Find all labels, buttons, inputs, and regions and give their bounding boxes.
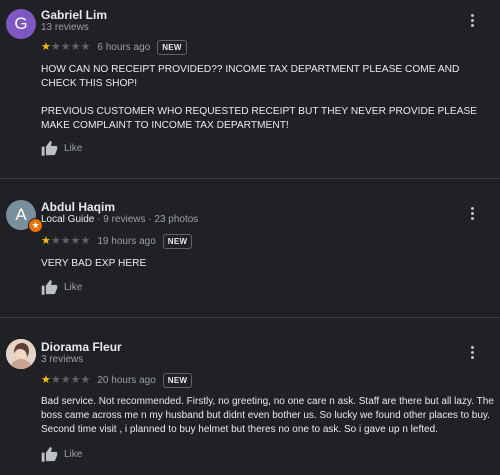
profile-photo-icon	[6, 339, 36, 369]
like-button[interactable]: Like	[41, 446, 82, 462]
like-label: Like	[64, 281, 83, 293]
new-badge: NEW	[162, 234, 193, 249]
rating-row: ★ ★ ★ ★ ★ 6 hours ago NEW	[41, 40, 187, 55]
reviewer-stats: · 9 reviews · 23 photos	[94, 214, 199, 225]
reviewer-meta: 13 reviews	[41, 22, 89, 33]
more-options-icon[interactable]	[470, 207, 474, 220]
star-rating: ★ ★ ★ ★ ★	[41, 236, 90, 247]
rating-row: ★ ★ ★ ★ ★ 20 hours ago NEW	[41, 373, 193, 388]
star-empty-icon: ★	[80, 235, 91, 247]
star-empty-icon: ★	[50, 374, 61, 386]
star-empty-icon: ★	[50, 235, 61, 247]
review-text: Bad service. Not recommended. Firstly, n…	[41, 396, 494, 435]
like-label: Like	[64, 448, 83, 460]
thumb-up-icon	[41, 140, 58, 156]
new-badge: NEW	[157, 40, 187, 55]
star-empty-icon: ★	[70, 41, 81, 53]
avatar-letter: G	[14, 14, 28, 33]
star-empty-icon: ★	[70, 374, 81, 386]
star-rating: ★ ★ ★ ★ ★	[41, 42, 90, 53]
star-empty-icon: ★	[80, 374, 91, 386]
avatar-letter: A	[15, 205, 27, 224]
star-filled-icon: ★	[41, 235, 51, 247]
more-options-icon[interactable]	[470, 346, 474, 359]
review-time: 6 hours ago	[97, 42, 151, 53]
like-label: Like	[64, 142, 83, 154]
avatar[interactable]: G	[6, 9, 36, 39]
thumb-up-icon	[41, 446, 58, 462]
star-empty-icon: ★	[80, 41, 91, 53]
reviewer-name[interactable]: Diorama Fleur	[41, 340, 122, 354]
local-guide-label: Local Guide	[41, 214, 95, 225]
thumb-up-icon	[41, 279, 58, 295]
star-rating: ★ ★ ★ ★ ★	[41, 375, 90, 386]
avatar[interactable]	[6, 339, 36, 369]
review-time: 20 hours ago	[97, 375, 156, 386]
review-time: 19 hours ago	[97, 236, 156, 247]
rating-row: ★ ★ ★ ★ ★ 19 hours ago NEW	[41, 234, 193, 249]
star-empty-icon: ★	[60, 41, 71, 53]
divider	[0, 317, 500, 318]
more-options-icon[interactable]	[470, 14, 474, 27]
avatar[interactable]: A ★	[6, 200, 43, 233]
star-filled-icon: ★	[41, 41, 51, 53]
star-filled-icon: ★	[41, 374, 51, 386]
new-badge: NEW	[162, 373, 193, 388]
star-empty-icon: ★	[50, 41, 61, 53]
star-empty-icon: ★	[60, 374, 71, 386]
review-text: HOW CAN NO RECEIPT PROVIDED?? INCOME TAX…	[41, 64, 478, 131]
divider	[0, 178, 500, 179]
reviewer-name[interactable]: Abdul Haqim	[41, 200, 115, 214]
star-empty-icon: ★	[70, 235, 81, 247]
review-text: VERY BAD EXP HERE	[41, 258, 147, 269]
like-button[interactable]: Like	[41, 279, 82, 295]
star-empty-icon: ★	[60, 235, 71, 247]
reviewer-name[interactable]: Gabriel Lim	[41, 8, 107, 22]
reviewer-meta: 3 reviews	[41, 354, 84, 365]
reviewer-meta: Local Guide · 9 reviews · 23 photos	[41, 214, 198, 225]
like-button[interactable]: Like	[41, 140, 82, 156]
